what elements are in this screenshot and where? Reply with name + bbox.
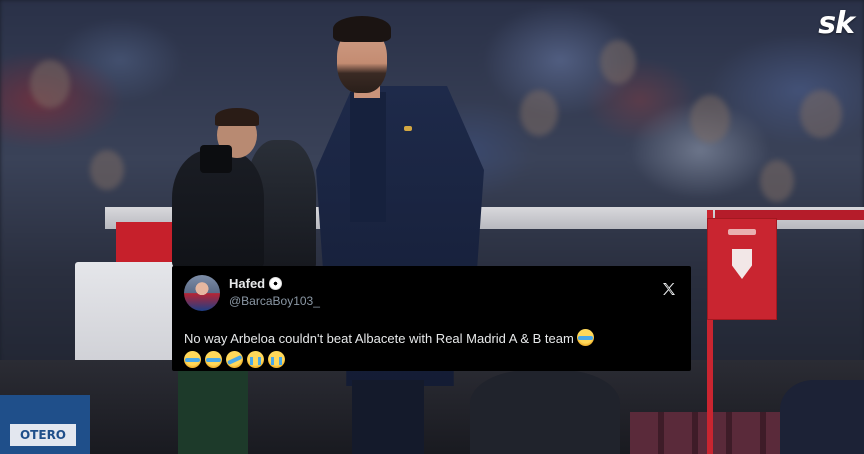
spectator-bottom <box>470 370 620 454</box>
loudly-crying-emoji-icon <box>268 351 285 368</box>
display-name[interactable]: Hafed <box>229 277 265 290</box>
photographer-hair <box>215 108 259 126</box>
flag-stripe <box>728 229 756 235</box>
lapel-pin <box>404 126 412 131</box>
tweet-header: Hafed @BarcaBoy103_ <box>184 275 679 317</box>
crowd-head <box>520 90 558 136</box>
coach-shirt <box>350 92 386 222</box>
rolling-on-floor-laughing-emoji-icon <box>223 348 246 371</box>
advertising-board-text: OTERO <box>10 424 76 446</box>
crowd-head <box>690 95 730 143</box>
background-photo: OTERO <box>0 0 864 454</box>
coach-hair <box>333 16 391 42</box>
club-flag <box>707 218 777 320</box>
name-row: Hafed <box>229 277 320 290</box>
crowd-head <box>600 40 636 84</box>
tweet-text: No way Arbeloa couldn't beat Albacete wi… <box>184 328 684 372</box>
crowd-head <box>760 160 794 202</box>
crowd-head <box>30 60 70 108</box>
tweet-body: No way Arbeloa couldn't beat Albacete wi… <box>184 331 574 346</box>
sportskeeda-logo: sk <box>818 6 855 41</box>
embedded-tweet-card[interactable]: Hafed @BarcaBoy103_ No way Arbeloa could… <box>172 266 691 371</box>
tears-of-joy-emoji-icon <box>184 351 201 368</box>
soccer-ball-icon <box>269 277 283 290</box>
tears-of-joy-emoji-icon <box>577 329 595 346</box>
user-info: Hafed @BarcaBoy103_ <box>229 275 320 307</box>
camera-icon <box>200 145 232 173</box>
club-crest-icon <box>732 249 752 279</box>
stadium-seats <box>630 412 780 454</box>
crowd-head <box>800 90 842 138</box>
coach-legs <box>352 380 424 454</box>
spectator-bottom-right <box>780 380 864 454</box>
user-handle[interactable]: @BarcaBoy103_ <box>229 295 320 307</box>
user-avatar[interactable] <box>184 275 220 311</box>
loudly-crying-emoji-icon <box>247 351 264 368</box>
x-logo-icon[interactable] <box>661 281 677 297</box>
tears-of-joy-emoji-icon <box>205 351 222 368</box>
photographer-legs <box>178 370 248 454</box>
crowd-head <box>90 150 124 190</box>
